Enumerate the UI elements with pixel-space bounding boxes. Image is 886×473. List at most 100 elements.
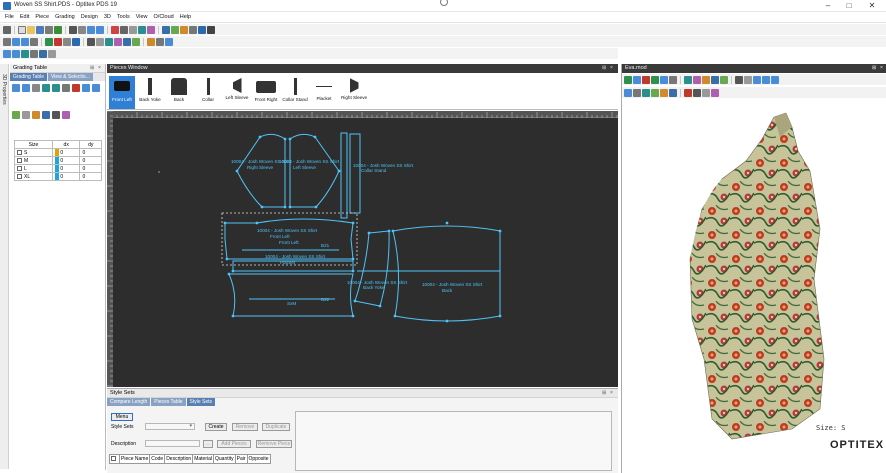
grade-table-icon[interactable] xyxy=(12,111,20,119)
dy-value[interactable]: 0 xyxy=(79,148,102,157)
column-piece-name[interactable]: Piece Name xyxy=(118,454,151,464)
list-view-icon[interactable] xyxy=(30,49,38,58)
3d-reset-icon[interactable] xyxy=(684,88,692,97)
column-pair[interactable]: Pair xyxy=(234,454,248,464)
tab-style-sets[interactable]: Style Sets xyxy=(186,398,216,406)
menu-piece[interactable]: Piece xyxy=(32,14,52,20)
new-file-icon[interactable] xyxy=(18,25,26,34)
grade-size-icon[interactable] xyxy=(32,111,40,119)
grade-reset-icon[interactable] xyxy=(62,84,70,92)
3d-rotate-icon[interactable] xyxy=(633,75,641,84)
table-row[interactable]: M 0 0 xyxy=(14,156,102,165)
dy-value[interactable]: 0 xyxy=(79,156,102,165)
zoom-icon[interactable] xyxy=(69,25,77,34)
dx-cell[interactable]: 0 xyxy=(51,148,81,157)
menu-edit[interactable]: Edit xyxy=(17,14,32,20)
delete-point-icon[interactable] xyxy=(54,37,62,46)
3d-shadow-icon[interactable] xyxy=(702,88,710,97)
print-icon[interactable] xyxy=(45,25,53,34)
column-quantity[interactable]: Quantity xyxy=(213,454,236,464)
copy-icon[interactable] xyxy=(120,25,128,34)
3d-camera-icon[interactable] xyxy=(735,75,743,84)
undo-icon[interactable] xyxy=(87,25,95,34)
3d-avatar-icon[interactable] xyxy=(684,75,692,84)
grade-align-icon[interactable] xyxy=(52,111,60,119)
style-sets-dropdown[interactable]: ▾ xyxy=(145,423,195,430)
3d-side-view-icon[interactable] xyxy=(762,75,770,84)
column-opposite[interactable]: Opposite xyxy=(246,454,271,464)
grade-y-icon[interactable] xyxy=(52,84,60,92)
right-sleeve-piece[interactable] xyxy=(236,133,286,208)
line-tool-icon[interactable] xyxy=(12,37,20,46)
drill-icon[interactable] xyxy=(207,25,215,34)
tab-grading-table[interactable]: Grading Table xyxy=(10,73,48,81)
tab-view-selection[interactable]: View & Selectio... xyxy=(48,73,93,81)
panel-close-icon[interactable]: × xyxy=(610,65,613,71)
menu-file[interactable]: File xyxy=(2,14,17,20)
open-folder-icon[interactable] xyxy=(27,25,35,34)
tab-compare-length[interactable]: Compare Length xyxy=(107,398,151,406)
grain-line-icon[interactable] xyxy=(132,37,140,46)
3d-grid-icon[interactable] xyxy=(693,88,701,97)
curve-tool-icon[interactable] xyxy=(21,37,29,46)
grade-x-icon[interactable] xyxy=(42,84,50,92)
simulate-icon[interactable] xyxy=(165,37,173,46)
rotate-icon[interactable] xyxy=(147,25,155,34)
3d-refresh-icon[interactable] xyxy=(624,75,632,84)
menu-design[interactable]: Design xyxy=(78,14,101,20)
export-icon[interactable] xyxy=(54,25,62,34)
menu-ocloud[interactable]: O/Cloud xyxy=(151,14,177,20)
size-checkbox[interactable] xyxy=(17,149,22,155)
properties-icon[interactable] xyxy=(48,49,56,58)
3d-pan-icon[interactable] xyxy=(669,75,677,84)
panel-close-icon[interactable]: × xyxy=(98,65,101,71)
menu-help[interactable]: Help xyxy=(177,14,194,20)
3d-zoom-icon[interactable] xyxy=(660,75,668,84)
menu-button[interactable]: Menu xyxy=(111,413,133,421)
pan-icon[interactable] xyxy=(78,25,86,34)
panel-icon[interactable] xyxy=(39,49,47,58)
grade-rule-icon[interactable] xyxy=(12,84,20,92)
select-all-cell[interactable] xyxy=(109,454,120,464)
3d-collision-icon[interactable] xyxy=(651,88,659,97)
column-description[interactable]: Description xyxy=(164,454,194,464)
align-icon[interactable] xyxy=(87,37,95,46)
pleat-icon[interactable] xyxy=(114,37,122,46)
collar-piece[interactable] xyxy=(340,132,348,219)
pattern-pieces-drawing[interactable]: 10004 - Josh Woven SS Shirt Right Sleeve… xyxy=(107,111,618,387)
dx-cell[interactable]: 0 xyxy=(51,164,81,173)
3d-measure-icon[interactable] xyxy=(669,88,677,97)
back-yoke-piece[interactable] xyxy=(354,230,390,307)
tab-pieces-table[interactable]: Pieces Table xyxy=(151,398,186,406)
piece-thumb-back-yoke[interactable]: Back Yoke xyxy=(137,76,163,109)
create-button[interactable]: Create xyxy=(205,423,227,431)
remove-pieces-button[interactable]: Remove Piece xyxy=(256,440,292,448)
size-checkbox[interactable] xyxy=(17,157,22,163)
piece-thumb-placket[interactable]: Placket xyxy=(311,76,337,109)
3d-front-view-icon[interactable] xyxy=(753,75,761,84)
piece-thumb-front-left[interactable]: Front Left xyxy=(109,76,135,109)
pin-icon[interactable]: ⊞ xyxy=(872,65,876,71)
column-material[interactable]: Material xyxy=(192,454,214,464)
3d-fabric-icon[interactable] xyxy=(693,75,701,84)
dy-value[interactable]: 0 xyxy=(79,172,102,181)
mirror-icon[interactable] xyxy=(138,25,146,34)
select-all-checkbox[interactable] xyxy=(111,456,116,462)
grade-base-icon[interactable] xyxy=(42,111,50,119)
notch-icon[interactable] xyxy=(180,25,188,34)
design-canvas[interactable]: 10004 - Josh Woven SS Shirt Right Sleeve… xyxy=(107,111,618,387)
grade-copy-icon[interactable] xyxy=(22,84,30,92)
menu-tools[interactable]: Tools xyxy=(114,14,133,20)
split-icon[interactable] xyxy=(72,37,80,46)
fold-icon[interactable] xyxy=(105,37,113,46)
3d-pin-icon[interactable] xyxy=(660,88,668,97)
maximize-button[interactable]: □ xyxy=(838,0,860,12)
grade-mirror-icon[interactable] xyxy=(62,111,70,119)
3d-stop-icon[interactable] xyxy=(642,75,650,84)
remove-button[interactable]: Remove xyxy=(232,423,258,431)
circle-tool-icon[interactable] xyxy=(30,37,38,46)
measure-icon[interactable] xyxy=(171,25,179,34)
panel-close-icon[interactable]: × xyxy=(880,65,883,71)
grade-down-icon[interactable] xyxy=(92,84,100,92)
3d-tension-icon[interactable] xyxy=(711,75,719,84)
